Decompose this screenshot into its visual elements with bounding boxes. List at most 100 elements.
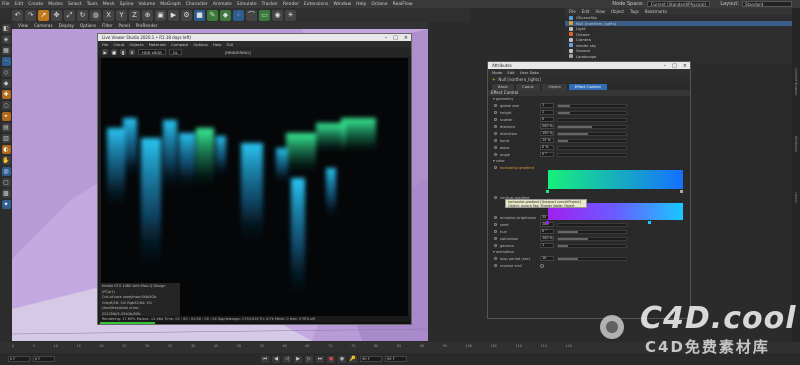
viewport-menu-prorender[interactable]: ProRender [136,23,158,28]
param-value-field[interactable]: 1 [540,110,554,115]
menu-item-edit[interactable]: Edit [15,2,24,7]
bend-deformer-icon[interactable]: ⌒ [246,9,257,21]
node-space-select[interactable]: Current (Standard/Physical) [646,1,710,7]
z-axis-icon[interactable]: Z [129,9,140,21]
make-editable-icon[interactable]: ◧ [1,24,11,33]
keyframe-dot[interactable] [494,237,497,240]
solo-icon[interactable]: ◐ [1,145,11,154]
viewport-menu-view[interactable]: View [18,23,28,28]
param-slider[interactable] [557,117,627,122]
param-value-field[interactable]: 200 % [540,124,554,129]
param-value-field[interactable]: 1 [540,243,554,248]
param-slider[interactable] [557,152,627,157]
array-icon[interactable]: ⁘ [233,9,244,21]
render-view-icon[interactable]: ▣ [155,9,166,21]
keyframe-dot[interactable] [494,223,497,226]
param-slider[interactable] [557,236,627,241]
uv-icon[interactable]: ▩ [1,189,11,198]
keyframe-dot[interactable] [494,153,497,156]
keyframe-dot[interactable] [494,264,497,267]
octane-icon[interactable]: ◎ [1,167,11,176]
maximize-icon[interactable]: □ [672,63,677,69]
om-menu-object[interactable]: Object [611,9,624,14]
fps-field[interactable]: 90 F [385,356,407,362]
param-value-field[interactable]: 150 % [540,131,554,136]
floor-icon[interactable]: ▭ [259,9,270,21]
param-value-field[interactable]: 15 % [540,138,554,143]
menu-item-create[interactable]: Create [28,2,43,7]
x-axis-icon[interactable]: X [103,9,114,21]
param-slider[interactable] [557,145,627,150]
param-value-field[interactable]: 0 % [540,145,554,150]
menu-item-realflow[interactable]: RealFlow [393,2,413,7]
live-select-icon[interactable]: ➚ [38,9,49,21]
om-menu-edit[interactable]: Edit [582,9,590,14]
viewport-menu-filter[interactable]: Filter [102,23,112,28]
param-slider[interactable] [557,229,627,234]
menu-item-extensions[interactable]: Extensions [304,2,328,7]
keyframe-dot[interactable] [494,125,497,128]
keyframe-dot[interactable] [494,244,497,247]
pv-menu-options[interactable]: Options [193,42,208,47]
keyframe-dot[interactable] [494,230,497,233]
menu-item-modes[interactable]: Modes [48,2,63,7]
recent-tool-icon[interactable]: ◍ [90,9,101,21]
layers-tab[interactable]: Layers [794,192,798,203]
keyframe-dot[interactable] [494,104,497,107]
keyframe-dot[interactable] [494,111,497,114]
undo-icon[interactable]: ↶ [12,9,23,21]
layout-select[interactable]: Standard [742,1,792,7]
sculpt-icon[interactable]: ✋ [1,156,11,165]
menu-item-render[interactable]: Render [283,2,299,7]
scale-icon[interactable]: ⤢ [64,9,75,21]
tab-object[interactable]: Object [542,83,567,90]
pv-menu-compare[interactable]: Compare [171,42,188,47]
current-frame-field[interactable]: 0 F [33,356,55,362]
param-slider[interactable] [557,222,627,227]
pv-pause-icon[interactable]: ❚ [120,49,126,55]
menu-item-mesh[interactable]: Mesh [103,2,115,7]
record-icon[interactable]: ● [327,355,335,363]
pv-menu-help[interactable]: Help [213,42,222,47]
param-slider[interactable] [557,256,627,261]
menu-item-select[interactable]: Select [68,2,82,7]
locked-workplane-icon[interactable]: ▥ [1,134,11,143]
go-to-end-icon[interactable]: ⏭ [316,355,324,363]
autokey-icon[interactable]: ◉ [338,355,346,363]
dl-select[interactable]: DL [168,49,182,55]
points-mode-icon[interactable]: · [1,57,11,66]
tweak-mode-icon[interactable]: ○ [1,101,11,110]
tab-effect-control[interactable]: Effect Control [568,83,607,90]
picture-viewer-titlebar[interactable]: Live Viewer Studio 2020.1 • R1.18 days l… [98,34,411,41]
script-icon[interactable]: ✦ [1,200,11,209]
maximize-icon[interactable]: □ [393,35,398,41]
pen-icon[interactable]: ✎ [207,9,218,21]
gradient-knot-end[interactable] [680,190,683,193]
param-value-field[interactable]: 100 % [540,236,554,241]
menu-item-mograph[interactable]: MoGraph [160,2,180,7]
snap-icon[interactable]: ⌖ [1,112,11,121]
keyframe-dot[interactable] [494,132,497,135]
param-slider[interactable] [557,124,627,129]
param-value-field[interactable]: 0 [540,117,554,122]
viewport-menu-cameras[interactable]: Cameras [34,23,53,28]
keyframe-dot[interactable] [494,257,497,260]
pv-stop-render-icon[interactable]: ■ [111,49,117,55]
edges-mode-icon[interactable]: ◇ [1,68,11,77]
rotate-icon[interactable]: ↻ [77,9,88,21]
close-icon[interactable]: × [683,63,687,69]
render-region-icon[interactable]: ▢ [1,178,11,187]
viewport-menu-options[interactable]: Options [80,23,96,28]
polygons-mode-icon[interactable]: ◆ [1,79,11,88]
param-slider[interactable] [557,103,627,108]
menu-item-window[interactable]: Window [333,2,351,7]
menu-item-octane[interactable]: Octane [371,2,387,7]
param-slider[interactable] [557,110,627,115]
tab-basic[interactable]: Basic [492,83,515,90]
menu-item-file[interactable]: File [2,2,10,7]
start-frame-field[interactable]: 0 F [8,356,30,362]
hdr-select[interactable]: HDR sRGB [138,49,166,55]
am-menu-mode[interactable]: Mode [492,70,502,75]
om-menu-view[interactable]: View [595,9,605,14]
checkbox[interactable] [540,263,544,268]
